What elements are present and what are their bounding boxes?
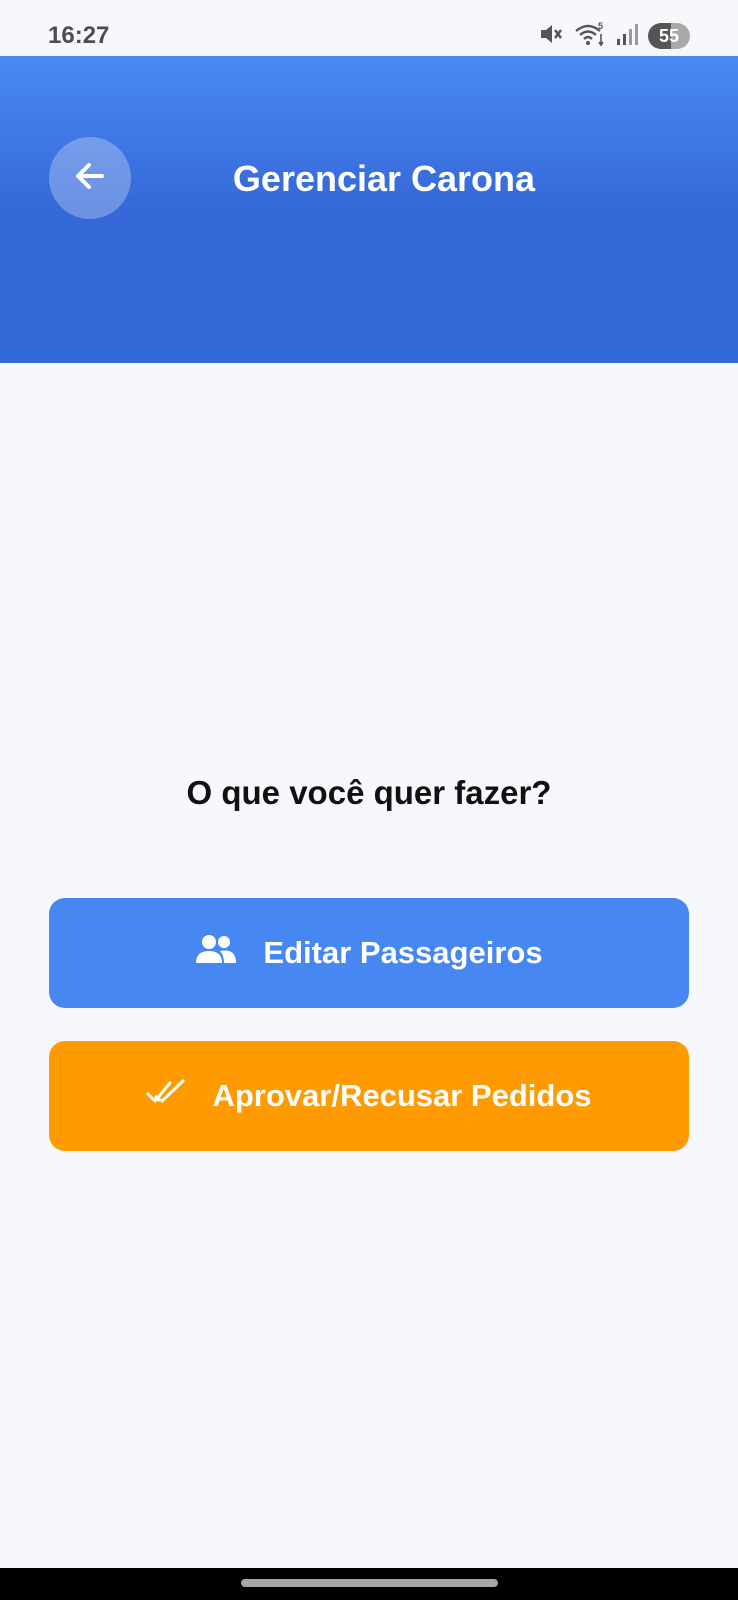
status-time: 16:27 xyxy=(48,22,110,49)
approve-reject-requests-label: Aprovar/Recusar Pedidos xyxy=(212,1078,592,1113)
people-icon xyxy=(195,933,237,973)
edit-passengers-button[interactable]: Editar Passageiros xyxy=(49,898,689,1008)
system-nav-bar xyxy=(0,1568,738,1600)
app-header: Gerenciar Carona xyxy=(0,56,738,363)
home-indicator[interactable] xyxy=(241,1579,498,1587)
wifi-icon: 5 xyxy=(574,21,606,52)
double-check-icon xyxy=(146,1077,186,1115)
edit-passengers-label: Editar Passageiros xyxy=(263,935,543,970)
prompt-heading: O que você quer fazer? xyxy=(186,774,552,811)
status-bar: 16:27 5 55 xyxy=(0,0,738,56)
battery-icon: 55 xyxy=(648,23,690,49)
status-icons: 5 55 xyxy=(538,21,690,52)
mute-icon xyxy=(538,21,564,52)
svg-text:5: 5 xyxy=(598,21,603,31)
approve-reject-requests-button[interactable]: Aprovar/Recusar Pedidos xyxy=(49,1041,689,1151)
page-title: Gerenciar Carona xyxy=(232,158,536,199)
signal-icon xyxy=(616,22,638,51)
